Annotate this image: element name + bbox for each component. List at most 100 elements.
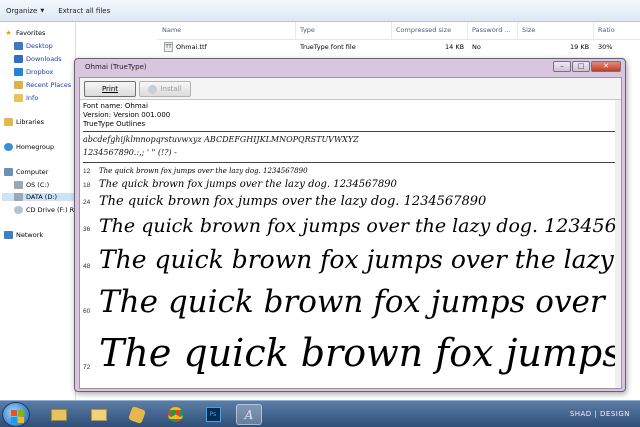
font-name-line: Font name: Ohmai [83, 102, 148, 110]
nav-item-dropbox[interactable]: Dropbox [14, 68, 53, 76]
sample-row: 24 The quick brown fox jumps over the la… [80, 193, 621, 211]
nav-computer[interactable]: Computer [4, 168, 48, 176]
divider [83, 131, 616, 132]
column-password[interactable]: Password ... [472, 26, 511, 34]
windows-logo-icon [11, 410, 17, 416]
nav-computer-label: Computer [16, 168, 49, 176]
sample-row: 72 The quick brown fox jumps over the la… [80, 330, 621, 380]
maximize-button[interactable]: □ [572, 61, 590, 72]
nav-item-label: Dropbox [26, 68, 54, 76]
nav-item-label: Info [26, 94, 39, 102]
nav-item-cd-drive[interactable]: CD Drive (F:) R [14, 206, 74, 214]
sample-size-label: 12 [83, 168, 91, 175]
column-ratio[interactable]: Ratio [598, 26, 615, 34]
drive-icon [14, 193, 23, 201]
sample-row: 60 The quick brown fox jumps over the la… [80, 283, 621, 325]
desktop-icon [14, 42, 23, 50]
font-viewer-window[interactable]: Ohmai (TrueType) – □ ✕ Print Install Fon… [74, 58, 626, 392]
vertical-scrollbar[interactable] [615, 100, 621, 388]
drive-icon [14, 181, 23, 189]
print-button[interactable]: Print [84, 81, 136, 97]
nav-item-info[interactable]: Info [14, 94, 38, 102]
nav-favorites[interactable]: ★ Favorites [4, 29, 45, 37]
minimize-button[interactable]: – [553, 61, 571, 72]
sample-text: The quick brown fox jumps over the lazy … [99, 167, 308, 175]
column-separator [295, 22, 296, 40]
charset-line: abcdefghijklmnopqrstuvwxyz ABCDEFGHIJKLM… [83, 135, 359, 144]
font-info: Font name: Ohmai Version: Version 001.00… [83, 102, 170, 129]
taskbar-font-viewer[interactable]: A [236, 404, 262, 425]
taskbar-photoshop[interactable]: Ps [200, 404, 226, 425]
nav-network-label: Network [16, 231, 44, 239]
column-separator [593, 22, 594, 40]
file-name: Ohmai.ttf [176, 43, 207, 51]
install-button[interactable]: Install [139, 81, 191, 97]
chrome-icon [167, 407, 183, 422]
font-preview-area: Print Install Font name: Ohmai Version: … [79, 77, 622, 389]
table-row[interactable]: TT Ohmai.ttf TrueType font file 14 KB No… [157, 40, 640, 54]
taskbar-chrome[interactable] [162, 404, 188, 425]
column-compressed-size[interactable]: Compressed size [396, 26, 451, 34]
nav-item-desktop[interactable]: Desktop [14, 42, 53, 50]
nav-item-label: CD Drive (F:) R [26, 206, 75, 214]
taskbar-pinned-app[interactable] [124, 404, 150, 425]
column-type[interactable]: Type [300, 26, 315, 34]
file-password: No [472, 43, 481, 51]
nav-item-downloads[interactable]: Downloads [14, 55, 62, 63]
install-label: Install [160, 85, 182, 93]
network-icon [4, 231, 13, 239]
explorer-toolbar: Organize ▼ Extract all files [0, 0, 640, 22]
column-separator [517, 22, 518, 40]
app-icon [128, 405, 146, 424]
sample-row: 18 The quick brown fox jumps over the la… [80, 178, 621, 192]
minimize-icon: – [560, 62, 564, 70]
extract-all-button[interactable]: Extract all files [58, 7, 110, 15]
nav-network[interactable]: Network [4, 231, 43, 239]
sample-size-label: 36 [83, 226, 91, 233]
sample-size-label: 24 [83, 199, 91, 206]
nav-item-recent-places[interactable]: Recent Places [14, 81, 71, 89]
organize-button[interactable]: Organize ▼ [6, 7, 44, 15]
watermark: SHAD | DESIGN [569, 410, 630, 418]
nav-homegroup[interactable]: Homegroup [4, 143, 54, 151]
libraries-icon [4, 118, 13, 126]
sample-text: The quick brown fox jumps over the lazy … [99, 215, 622, 237]
nav-favorites-label: Favorites [16, 29, 46, 37]
sample-size-label: 18 [83, 182, 91, 189]
charset-line: 1234567890.:,; ' " (!?) - [83, 148, 177, 157]
sample-size-label: 72 [83, 364, 91, 371]
explorer-icon [51, 408, 67, 421]
font-viewer-icon: A [244, 407, 254, 422]
nav-item-data-drive[interactable]: DATA (D:) [2, 193, 75, 201]
taskbar-explorer[interactable] [46, 404, 72, 425]
nav-libraries[interactable]: Libraries [4, 118, 44, 126]
print-label: Print [101, 85, 119, 93]
file-size: 19 KB [570, 43, 590, 51]
viewer-action-bar: Print Install [80, 78, 621, 100]
sample-text: The quick brown fox jumps over the lazy … [99, 194, 487, 209]
column-size[interactable]: Size [522, 26, 535, 34]
computer-icon [4, 168, 13, 176]
sample-text: The quick brown fox jumps over the lazy … [99, 179, 397, 190]
organize-label: Organize [6, 6, 38, 15]
close-button[interactable]: ✕ [591, 61, 621, 72]
homegroup-icon [4, 143, 13, 151]
font-outlines-line: TrueType Outlines [83, 120, 146, 128]
sample-row: 36 The quick brown fox jumps over the la… [80, 214, 622, 240]
extract-all-label: Extract all files [58, 6, 111, 15]
nav-item-os-drive[interactable]: OS (C:) [14, 181, 49, 189]
nav-libraries-label: Libraries [16, 118, 45, 126]
start-button[interactable] [2, 402, 30, 427]
taskbar: Ps A SHAD | DESIGN [0, 400, 640, 427]
file-compressed-size: 14 KB [445, 43, 465, 51]
column-separator [391, 22, 392, 40]
column-separator [467, 22, 468, 40]
nav-item-label: Recent Places [26, 81, 72, 89]
divider [83, 162, 616, 163]
star-icon: ★ [5, 29, 12, 37]
column-name[interactable]: Name [162, 26, 181, 34]
photoshop-icon: Ps [205, 407, 221, 422]
cd-drive-icon [14, 206, 23, 214]
font-file-icon: TT [164, 42, 173, 52]
taskbar-folder[interactable] [86, 404, 112, 425]
